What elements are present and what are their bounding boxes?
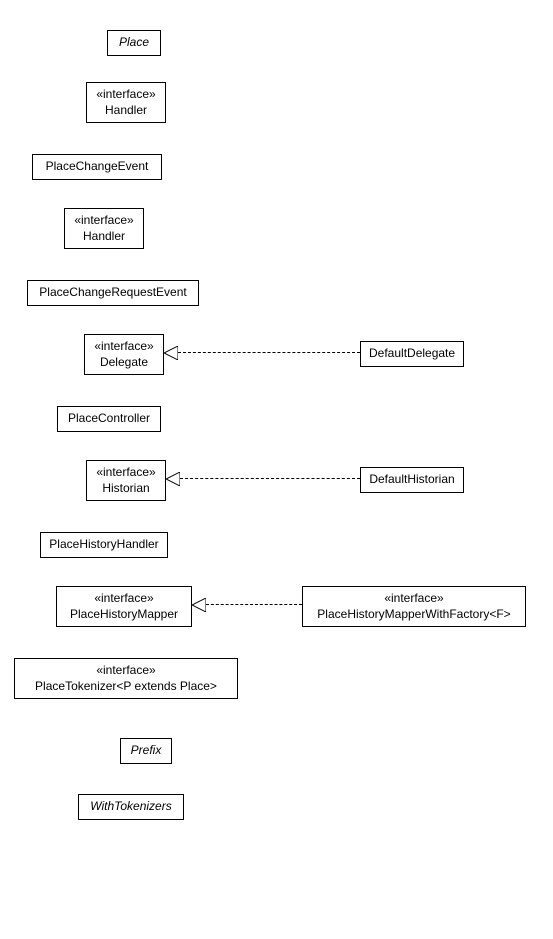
stereotype-label: «interface» — [311, 591, 517, 607]
stereotype-label: «interface» — [93, 339, 155, 355]
class-label: PlaceHistoryMapper — [65, 607, 183, 623]
stereotype-label: «interface» — [95, 465, 157, 481]
uml-interface-historian: «interface» Historian — [86, 460, 166, 501]
uml-interface-delegate: «interface» Delegate — [84, 334, 164, 375]
uml-interface-handler-1: «interface» Handler — [86, 82, 166, 123]
realization-connector — [178, 352, 360, 353]
uml-class-placecontroller: PlaceController — [57, 406, 161, 432]
stereotype-label: «interface» — [95, 87, 157, 103]
uml-class-withtokenizers: WithTokenizers — [78, 794, 184, 820]
uml-class-placechangeevent: PlaceChangeEvent — [32, 154, 162, 180]
realization-connector — [180, 478, 360, 479]
realization-arrowhead-icon — [166, 472, 180, 486]
uml-interface-handler-2: «interface» Handler — [64, 208, 144, 249]
uml-interface-placehistorymapperwithfactory: «interface» PlaceHistoryMapperWithFactor… — [302, 586, 526, 627]
realization-arrowhead-icon — [164, 346, 178, 360]
class-label: PlaceTokenizer<P extends Place> — [23, 679, 229, 695]
class-label: Historian — [95, 481, 157, 497]
realization-connector — [206, 604, 302, 605]
class-label: PlaceChangeRequestEvent — [36, 285, 190, 301]
class-label: PlaceController — [66, 411, 152, 427]
class-label: DefaultHistorian — [369, 472, 455, 488]
class-label: Place — [116, 35, 152, 51]
class-label: WithTokenizers — [87, 799, 175, 815]
realization-arrowhead-icon — [192, 598, 206, 612]
class-label: PlaceHistoryMapperWithFactory<F> — [311, 607, 517, 623]
uml-class-placehistoryhandler: PlaceHistoryHandler — [40, 532, 168, 558]
class-label: Handler — [95, 103, 157, 119]
stereotype-label: «interface» — [73, 213, 135, 229]
class-label: Handler — [73, 229, 135, 245]
stereotype-label: «interface» — [23, 663, 229, 679]
class-label: DefaultDelegate — [369, 346, 455, 362]
uml-class-defaulthistorian: DefaultHistorian — [360, 467, 464, 493]
uml-class-place: Place — [107, 30, 161, 56]
class-label: PlaceChangeEvent — [41, 159, 153, 175]
uml-interface-placehistorymapper: «interface» PlaceHistoryMapper — [56, 586, 192, 627]
class-label: Delegate — [93, 355, 155, 371]
class-label: PlaceHistoryHandler — [49, 537, 159, 553]
class-label: Prefix — [129, 743, 163, 759]
uml-class-placechangerequestevent: PlaceChangeRequestEvent — [27, 280, 199, 306]
uml-interface-placetokenizer: «interface» PlaceTokenizer<P extends Pla… — [14, 658, 238, 699]
uml-class-defaultdelegate: DefaultDelegate — [360, 341, 464, 367]
stereotype-label: «interface» — [65, 591, 183, 607]
uml-class-prefix: Prefix — [120, 738, 172, 764]
